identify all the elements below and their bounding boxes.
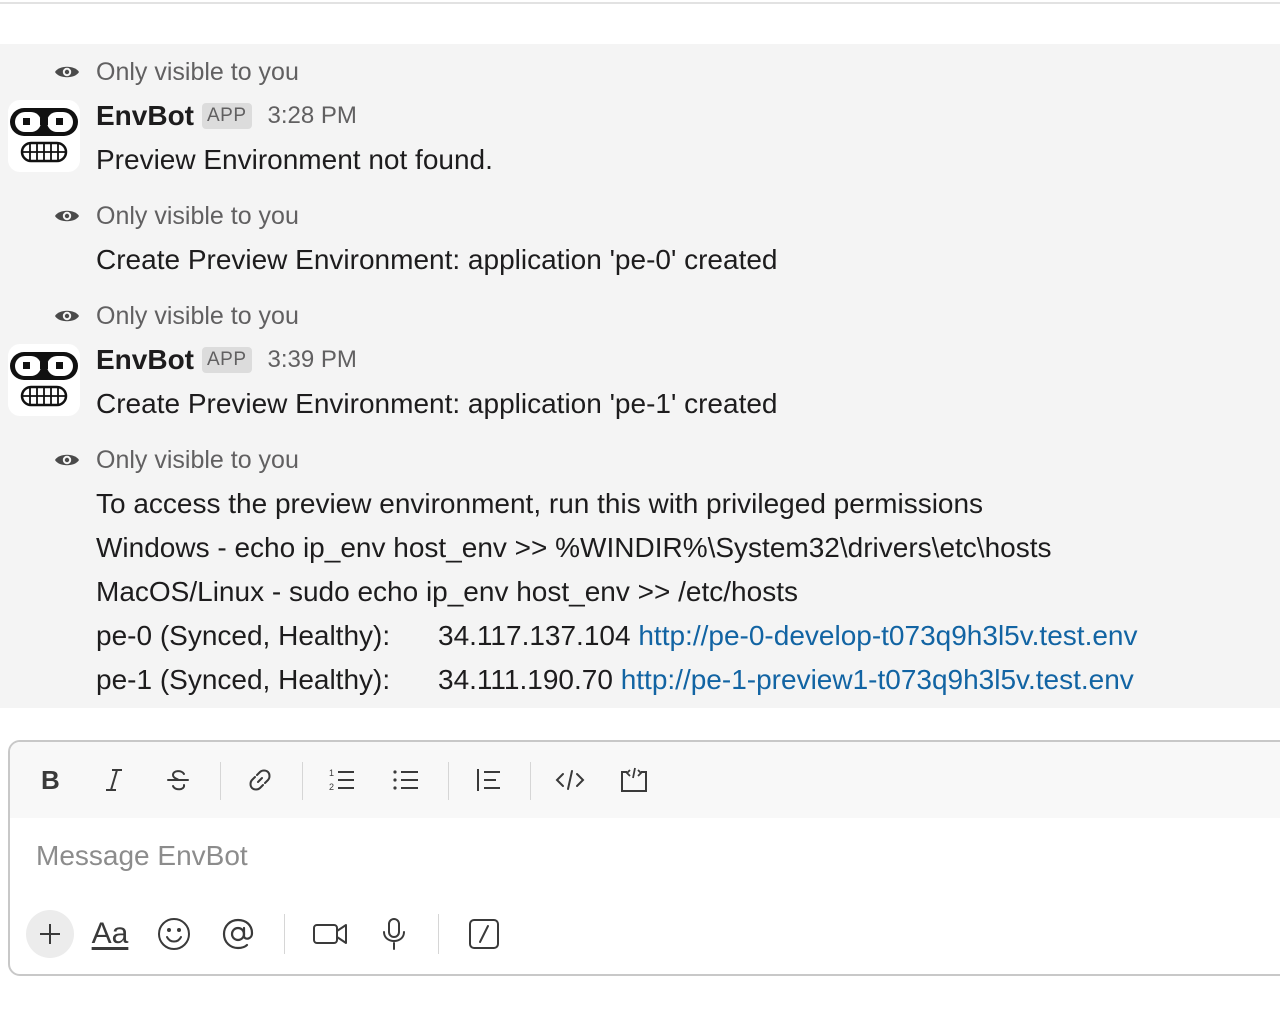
emoji-button[interactable] — [152, 912, 196, 956]
env-ip: 34.111.190.70 — [438, 664, 613, 695]
message-feed: Only visible to you EnvBot APP 3:28 PM P… — [0, 44, 1280, 708]
env-link[interactable]: http://pe-0-develop-t073q9h3l5v.test.env — [638, 620, 1137, 651]
slash-command-button[interactable] — [462, 912, 506, 956]
svg-text:2: 2 — [329, 782, 334, 792]
formatting-toolbar: B 12 — [10, 742, 1280, 818]
toolbar-divider — [530, 762, 531, 800]
sender-name[interactable]: EnvBot — [96, 344, 194, 376]
video-icon — [313, 924, 347, 944]
instruction-line: MacOS/Linux - sudo echo ip_env host_env … — [96, 576, 798, 607]
app-badge: APP — [202, 347, 252, 373]
sender-name[interactable]: EnvBot — [96, 100, 194, 132]
eye-icon — [54, 207, 80, 225]
app-badge: APP — [202, 103, 252, 129]
timestamp[interactable]: 3:39 PM — [268, 346, 357, 374]
eye-icon — [54, 63, 80, 81]
env-link[interactable]: http://pe-1-preview1-t073q9h3l5v.test.en… — [621, 664, 1134, 695]
eye-icon — [54, 451, 80, 469]
bold-button[interactable]: B — [30, 760, 70, 800]
ordered-list-button[interactable]: 12 — [322, 760, 362, 800]
message-text: Preview Environment not found. — [96, 144, 493, 175]
svg-text:B: B — [41, 767, 60, 793]
instruction-line: To access the preview environment, run t… — [96, 488, 984, 519]
plus-icon — [40, 924, 60, 944]
toolbar-divider — [284, 914, 285, 954]
audio-button[interactable] — [372, 912, 416, 956]
robot-avatar-icon — [10, 108, 78, 163]
visibility-note: Only visible to you — [54, 202, 299, 230]
blockquote-button[interactable] — [468, 760, 508, 800]
mention-icon — [222, 918, 254, 950]
slash-command-icon — [469, 919, 499, 949]
svg-text:1: 1 — [329, 768, 334, 778]
visibility-text: Only visible to you — [96, 57, 299, 86]
italic-icon — [106, 769, 122, 791]
eye-icon — [54, 307, 80, 325]
formatting-toggle-button[interactable]: Aa — [88, 912, 132, 956]
toolbar-divider — [220, 762, 221, 800]
timestamp[interactable]: 3:28 PM — [268, 102, 357, 130]
video-button[interactable] — [308, 912, 352, 956]
env-label: pe-1 (Synced, Healthy): — [96, 664, 391, 695]
toolbar-divider — [302, 762, 303, 800]
emoji-icon — [158, 918, 190, 950]
strikethrough-button[interactable] — [158, 760, 198, 800]
code-block-button[interactable] — [614, 760, 654, 800]
toolbar-divider — [448, 762, 449, 800]
ordered-list-icon: 12 — [329, 768, 354, 792]
env-ip: 34.117.137.104 — [438, 620, 631, 651]
message-text: Create Preview Environment: application … — [96, 244, 778, 275]
message-text: Create Preview Environment: application … — [96, 388, 778, 419]
env-label: pe-0 (Synced, Healthy): — [96, 620, 391, 651]
message-header: EnvBot APP 3:28 PM — [96, 100, 357, 132]
env-row: pe-1 (Synced, Healthy): 34.111.190.70 ht… — [96, 662, 1216, 698]
message-input[interactable]: Message EnvBot — [36, 840, 248, 872]
link-button[interactable] — [240, 760, 280, 800]
link-icon — [249, 769, 271, 791]
code-icon — [555, 770, 585, 790]
bold-icon: B — [41, 767, 60, 793]
avatar[interactable] — [8, 100, 80, 172]
code-block-icon — [621, 767, 647, 792]
strikethrough-icon — [167, 770, 189, 791]
add-attachment-button[interactable] — [26, 910, 74, 958]
avatar[interactable] — [8, 344, 80, 416]
mention-button[interactable] — [216, 912, 260, 956]
italic-button[interactable] — [94, 760, 134, 800]
toolbar-divider — [438, 914, 439, 954]
visibility-text: Only visible to you — [96, 445, 299, 474]
blockquote-icon — [477, 769, 500, 791]
message-header: EnvBot APP 3:39 PM — [96, 344, 357, 376]
instruction-line: Windows - echo ip_env host_env >> %WINDI… — [96, 532, 1052, 563]
visibility-text: Only visible to you — [96, 201, 299, 230]
bulleted-list-button[interactable] — [386, 760, 426, 800]
bulleted-list-icon — [393, 770, 418, 790]
robot-avatar-icon — [10, 352, 78, 407]
env-row: pe-0 (Synced, Healthy): 34.117.137.104 h… — [96, 618, 1216, 654]
visibility-note: Only visible to you — [54, 58, 299, 86]
formatting-icon: Aa — [91, 917, 129, 950]
microphone-icon — [383, 918, 405, 950]
visibility-note: Only visible to you — [54, 446, 299, 474]
code-button[interactable] — [550, 760, 590, 800]
visibility-text: Only visible to you — [96, 301, 299, 330]
message-composer: B 12 Message EnvBot Aa — [8, 740, 1280, 976]
top-divider — [0, 2, 1280, 4]
visibility-note: Only visible to you — [54, 302, 299, 330]
